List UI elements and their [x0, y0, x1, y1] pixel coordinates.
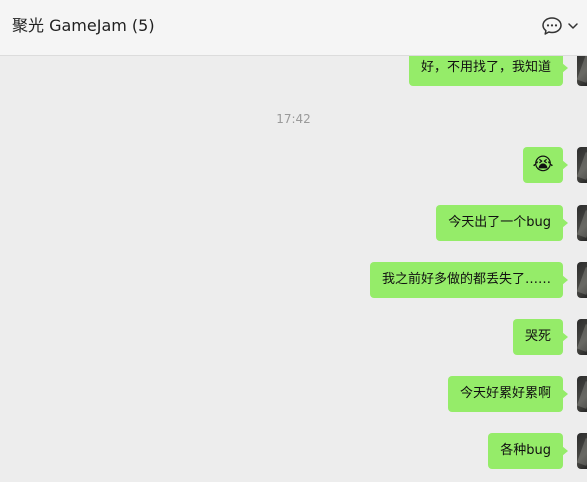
message-bubble[interactable]: 哭死	[512, 319, 569, 355]
message-row: 😭	[523, 147, 587, 183]
message-row: 今天出了一个bug	[436, 205, 587, 241]
message-row: 哭死	[512, 319, 587, 355]
message-bubble[interactable]: 好，不用找了，我知道	[408, 56, 569, 86]
chevron-down-icon[interactable]	[567, 21, 579, 31]
message-list[interactable]: 好，不用找了，我知道 17:42 😭 今天出了一个bug 我之前好多做的都丢失了…	[0, 56, 587, 482]
header-actions	[541, 14, 579, 38]
message-bubble-emoji[interactable]: 😭	[523, 147, 568, 183]
message-bubble[interactable]: 今天好累好累啊	[447, 376, 569, 412]
chat-bubble-icon[interactable]	[541, 16, 563, 36]
avatar[interactable]	[577, 147, 587, 183]
avatar[interactable]	[577, 56, 587, 86]
message-row: 各种bug	[488, 433, 587, 469]
avatar[interactable]	[577, 262, 587, 298]
message-row: 今天好累好累啊	[447, 376, 587, 412]
timestamp: 17:42	[276, 112, 311, 126]
message-bubble[interactable]: 今天出了一个bug	[436, 205, 568, 241]
message-bubble[interactable]: 各种bug	[488, 433, 568, 469]
avatar[interactable]	[577, 433, 587, 469]
avatar[interactable]	[577, 376, 587, 412]
message-bubble[interactable]: 我之前好多做的都丢失了……	[369, 262, 569, 298]
message-row: 好，不用找了，我知道	[408, 56, 587, 86]
message-row: 我之前好多做的都丢失了……	[369, 262, 587, 298]
chat-title: 聚光 GameJam (5)	[12, 16, 155, 35]
avatar[interactable]	[577, 319, 587, 355]
crying-emoji-icon: 😭	[532, 154, 554, 175]
chat-header: 聚光 GameJam (5)	[0, 0, 587, 56]
avatar[interactable]	[577, 205, 587, 241]
